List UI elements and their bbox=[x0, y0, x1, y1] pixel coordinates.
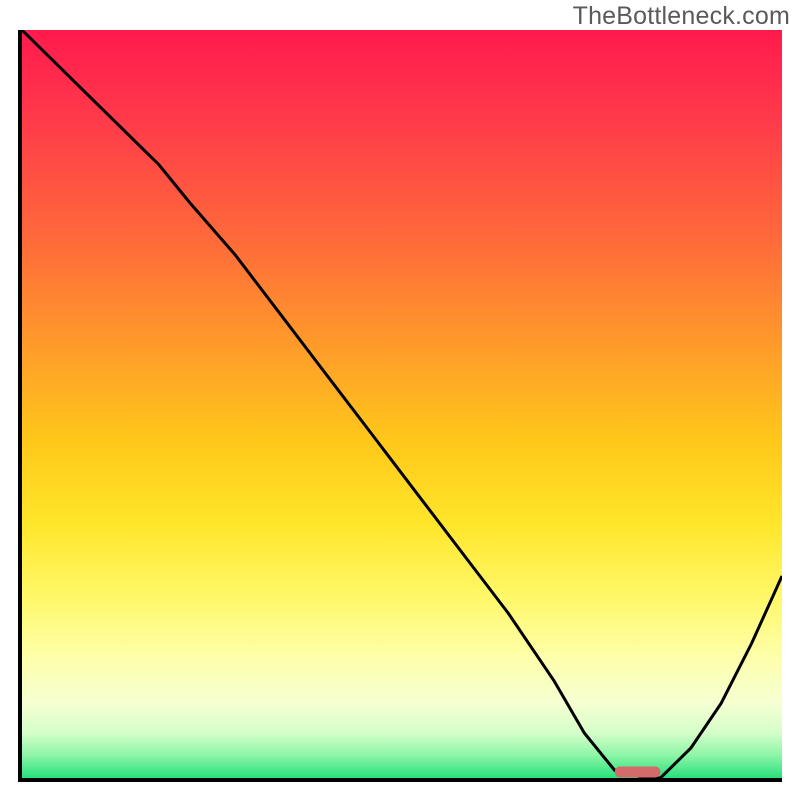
trough-marker bbox=[615, 767, 661, 778]
curve-layer bbox=[22, 30, 782, 778]
watermark-label: TheBottleneck.com bbox=[573, 2, 790, 31]
chart-container: TheBottleneck.com bbox=[0, 0, 800, 800]
plot-area bbox=[18, 30, 782, 782]
bottleneck-curve bbox=[22, 30, 782, 778]
